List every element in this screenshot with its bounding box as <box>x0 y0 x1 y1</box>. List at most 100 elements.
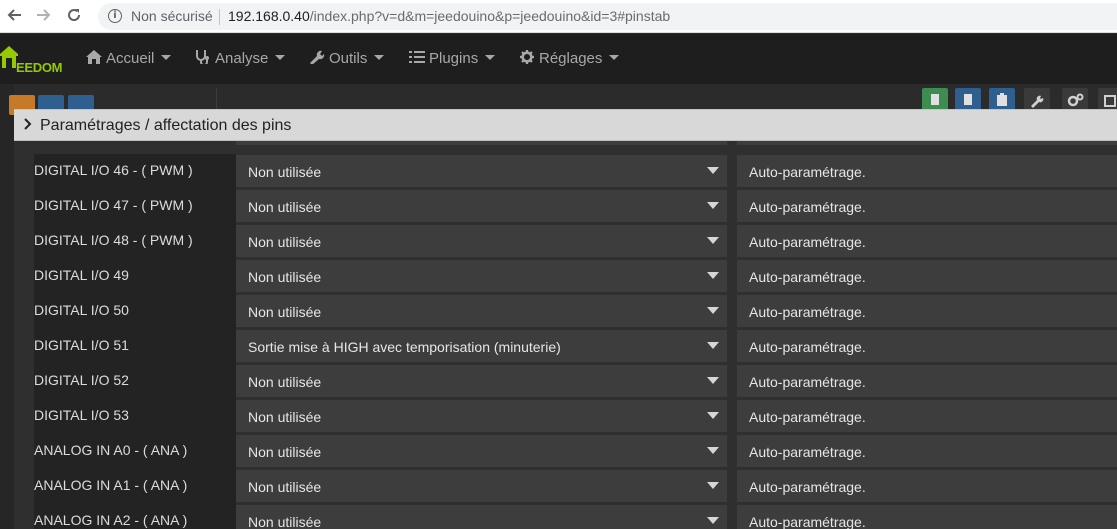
nav-plugins[interactable]: Plugins <box>409 50 496 67</box>
chevron-right-icon <box>24 118 32 130</box>
pin-label-text: DIGITAL I/O 53 <box>34 407 129 423</box>
pin-param-input[interactable]: Auto-paramétrage. <box>737 400 1117 432</box>
pin-mode-select[interactable]: Non utilisée <box>236 400 727 432</box>
pin-mode-select[interactable]: Non utilisée <box>236 225 727 257</box>
pin-mode-select[interactable]: Non utilisée <box>236 295 727 327</box>
caret-down-icon <box>374 55 385 60</box>
pin-param-value: Auto-paramétrage. <box>749 269 866 285</box>
browser-toolbar: i Non sécurisé 192.168.0.40/index.php?v=… <box>0 0 1117 33</box>
app-navbar: EEDOM Accueil Analyse Outils Plugins Rég… <box>0 34 1117 84</box>
list-icon <box>409 51 425 63</box>
url-path: /index.php?v=d&m=jeedouino&p=jeedouino&i… <box>309 8 671 24</box>
nav-reglages[interactable]: Réglages <box>519 50 620 67</box>
pin-mode-value: Non utilisée <box>248 374 322 390</box>
pin-param-value: Auto-paramétrage. <box>749 409 866 425</box>
pin-param-value: Auto-paramétrage. <box>749 164 866 180</box>
nav-label: Analyse <box>215 50 269 67</box>
pin-mode-select[interactable]: Non utilisée <box>236 470 727 502</box>
pin-label: DIGITAL I/O 50 <box>34 294 236 329</box>
pin-param-input[interactable]: Auto-paramétrage. <box>737 330 1117 362</box>
pin-mode-value: Non utilisée <box>248 514 322 529</box>
address-bar[interactable]: i Non sécurisé 192.168.0.40/index.php?v=… <box>98 3 1117 30</box>
caret-down-icon <box>609 55 620 60</box>
pin-mode-value: Non utilisée <box>248 444 322 460</box>
dropdown-arrow-icon <box>707 482 719 489</box>
pin-label: DIGITAL I/O 46 - ( PWM ) <box>34 154 236 189</box>
pin-param-input[interactable]: Auto-paramétrage. <box>737 225 1117 257</box>
home-icon <box>86 50 102 64</box>
pin-label: DIGITAL I/O 49 <box>34 259 236 294</box>
pin-mode-value: Non utilisée <box>248 234 322 250</box>
panel-header[interactable]: Paramétrages / affectation des pins <box>14 109 1117 141</box>
nav-outils[interactable]: Outils <box>309 50 385 67</box>
pin-mode-value: Non utilisée <box>248 479 322 495</box>
pin-row: DIGITAL I/O 48 - ( PWM ) Non utilisée Auto… <box>14 224 1117 259</box>
pin-row: ANALOG IN A1 - ( ANA ) Non utilisée Auto-p… <box>14 469 1117 504</box>
pin-row: DIGITAL I/O 46 - ( PWM ) Non utilisée Auto… <box>14 154 1117 189</box>
nav-analyse[interactable]: Analyse <box>195 50 286 67</box>
pin-mode-select[interactable]: Non utilisée <box>236 435 727 467</box>
pin-mode-select[interactable]: Sortie mise à HIGH avec temporisation (m… <box>236 330 727 362</box>
pin-label: DIGITAL I/O 51 <box>34 329 236 364</box>
pin-label-text: DIGITAL I/O 52 <box>34 372 129 388</box>
stethoscope-icon <box>196 50 209 64</box>
pin-label-text: DIGITAL I/O 50 <box>34 302 129 318</box>
url-text[interactable]: 192.168.0.40/index.php?v=d&m=jeedouino&p… <box>228 8 670 24</box>
pin-param-input[interactable]: Auto-paramétrage. <box>737 295 1117 327</box>
info-icon[interactable]: i <box>108 9 122 23</box>
pin-param-input[interactable]: Auto-paramétrage. <box>737 470 1117 502</box>
pin-label-text: ANALOG IN A1 - ( ANA ) <box>34 477 188 493</box>
pin-mode-select[interactable]: Non utilisée <box>236 190 727 222</box>
pin-label: DIGITAL I/O 48 - ( PWM ) <box>34 224 236 259</box>
url-host: 192.168.0.40 <box>228 8 310 24</box>
pin-mode-value: Non utilisée <box>248 199 322 215</box>
reload-icon[interactable] <box>63 6 85 28</box>
pin-mode-value: Non utilisée <box>248 269 322 285</box>
jeedom-logo[interactable]: EEDOM <box>0 42 68 76</box>
pin-row: DIGITAL I/O 50 Non utilisée Auto-paramétra… <box>14 294 1117 329</box>
pin-param-input-partial[interactable] <box>737 141 1117 145</box>
pin-mode-value: Non utilisée <box>248 304 322 320</box>
forward-arrow-icon[interactable] <box>32 6 54 28</box>
pin-param-input[interactable]: Auto-paramétrage. <box>737 435 1117 467</box>
pin-param-value: Auto-paramétrage. <box>749 234 866 250</box>
pin-mode-select[interactable]: Non utilisée <box>236 260 727 292</box>
dropdown-arrow-icon <box>707 272 719 279</box>
caret-down-icon <box>161 55 172 60</box>
pin-mode-select-partial[interactable] <box>236 141 727 145</box>
pin-mode-select[interactable]: Non utilisée <box>236 505 727 529</box>
nav-accueil[interactable]: Accueil <box>86 50 172 67</box>
pin-param-value: Auto-paramétrage. <box>749 514 866 529</box>
pin-param-value: Auto-paramétrage. <box>749 304 866 320</box>
pin-label-text: DIGITAL I/O 48 - ( PWM ) <box>34 232 193 248</box>
pin-label-text: ANALOG IN A2 - ( ANA ) <box>34 512 188 528</box>
pin-mode-select[interactable]: Non utilisée <box>236 155 727 187</box>
pin-mode-select[interactable]: Non utilisée <box>236 365 727 397</box>
pin-param-input[interactable]: Auto-paramétrage. <box>737 155 1117 187</box>
pin-param-value: Auto-paramétrage. <box>749 199 866 215</box>
back-arrow-icon[interactable] <box>4 6 26 28</box>
pin-param-input[interactable]: Auto-paramétrage. <box>737 190 1117 222</box>
pin-row: DIGITAL I/O 47 - ( PWM ) Non utilisée Auto… <box>14 189 1117 224</box>
dropdown-arrow-icon <box>707 447 719 454</box>
pin-param-value: Auto-paramétrage. <box>749 444 866 460</box>
pin-param-input[interactable]: Auto-paramétrage. <box>737 365 1117 397</box>
pin-row: DIGITAL I/O 49 Non utilisée Auto-paramétra… <box>14 259 1117 294</box>
pin-label-text: ANALOG IN A0 - ( ANA ) <box>34 442 188 458</box>
pin-label: DIGITAL I/O 52 <box>34 364 236 399</box>
pin-row: DIGITAL I/O 51 Sortie mise à HIGH avec te… <box>14 329 1117 364</box>
pin-label: ANALOG IN A2 - ( ANA ) <box>34 504 236 529</box>
pin-row: DIGITAL I/O 52 Non utilisée Auto-paramétra… <box>14 364 1117 399</box>
dropdown-arrow-icon <box>707 412 719 419</box>
dropdown-arrow-icon <box>707 202 719 209</box>
pin-label: DIGITAL I/O 53 <box>34 399 236 434</box>
pin-param-input[interactable]: Auto-paramétrage. <box>737 505 1117 529</box>
address-separator <box>219 9 220 25</box>
caret-down-icon <box>275 55 286 60</box>
nav-label: Plugins <box>429 50 479 67</box>
pin-param-value: Auto-paramétrage. <box>749 374 866 390</box>
pin-param-value: Auto-paramétrage. <box>749 339 866 355</box>
pin-label: ANALOG IN A1 - ( ANA ) <box>34 469 236 504</box>
pin-param-input[interactable]: Auto-paramétrage. <box>737 260 1117 292</box>
dropdown-arrow-icon <box>707 517 719 524</box>
